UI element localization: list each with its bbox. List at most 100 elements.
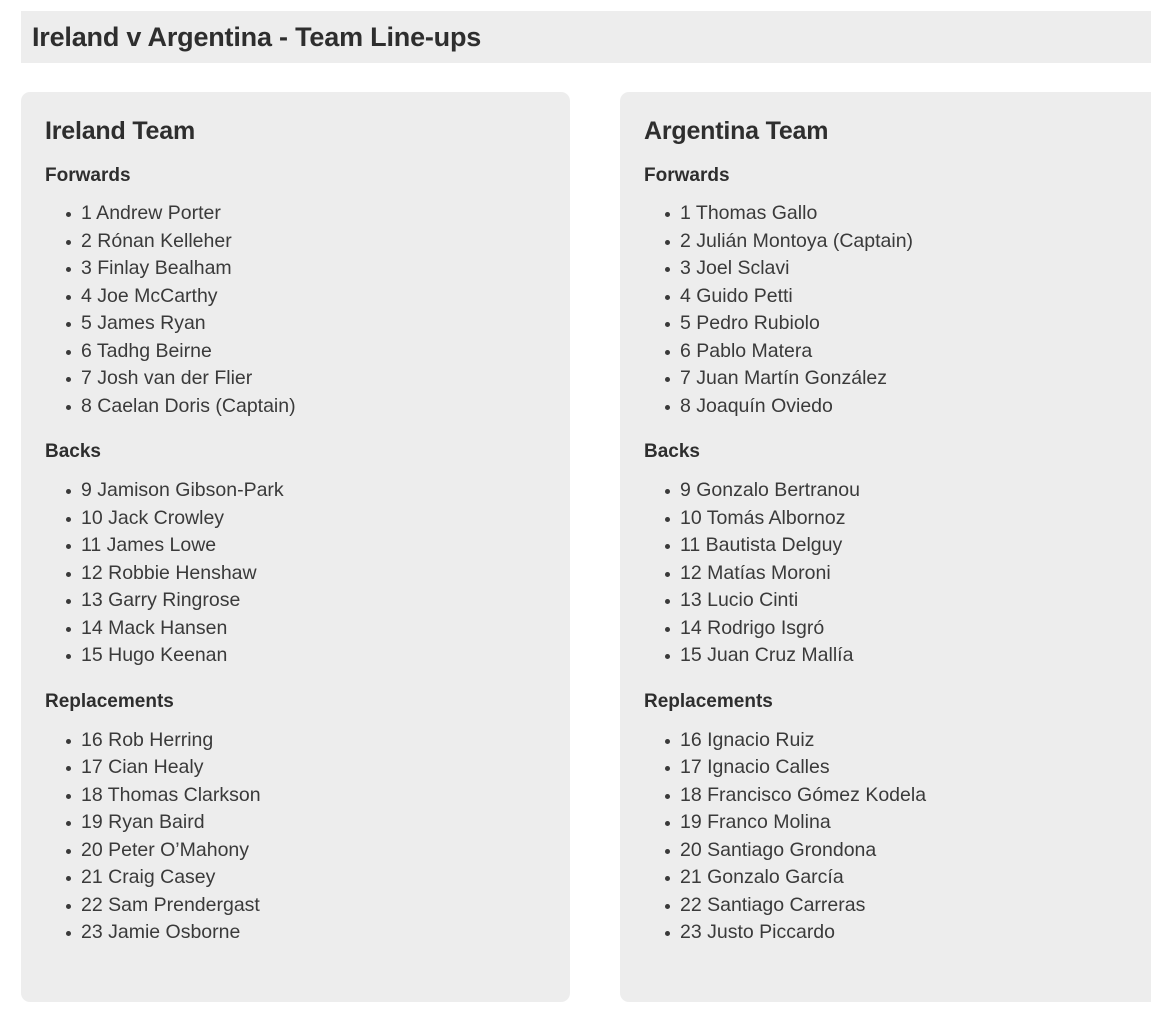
player-label: 19 Franco Molina [680, 811, 831, 834]
list-item: 14 Rodrigo Isgró [644, 615, 1145, 643]
list-item: 11 Bautista Delguy [644, 532, 1145, 560]
player-label: 14 Rodrigo Isgró [680, 616, 825, 639]
bullet-icon [665, 267, 670, 273]
player-label: 17 Ignacio Calles [680, 756, 830, 779]
player-list: 16 Ignacio Ruiz 17 Ignacio Calles 18 Franc… [644, 727, 1145, 947]
bullet-icon [665, 766, 670, 772]
list-item: 12 Robbie Henshaw [45, 560, 546, 588]
bullet-icon [665, 654, 670, 660]
bullet-icon [665, 793, 670, 799]
list-item: 1 Thomas Gallo [644, 200, 1145, 228]
player-label: 14 Mack Hansen [81, 616, 228, 639]
bullet-icon [665, 599, 670, 605]
player-label: 16 Ignacio Ruiz [680, 728, 815, 751]
bullet-icon [66, 239, 71, 245]
bullet-icon [665, 903, 670, 909]
list-item: 16 Ignacio Ruiz [644, 727, 1145, 755]
player-label: 5 Pedro Rubiolo [680, 312, 820, 335]
list-item: 8 Caelan Doris (Captain) [45, 393, 546, 421]
player-label: 23 Jamie Osborne [81, 921, 241, 944]
bullet-icon [66, 544, 71, 550]
bullet-icon [665, 489, 670, 495]
bullet-icon [66, 654, 71, 660]
list-item: 19 Franco Molina [644, 809, 1145, 837]
list-item: 7 Juan Martín González [644, 365, 1145, 393]
player-list: 9 Gonzalo Bertranou 10 Tomás Albornoz 11 B… [644, 477, 1145, 670]
player-label: 3 Finlay Bealham [81, 257, 232, 280]
list-item: 1 Andrew Porter [45, 200, 546, 228]
player-list: 16 Rob Herring 17 Cian Healy 18 Thomas Cla… [45, 727, 546, 947]
player-label: 11 James Lowe [81, 534, 217, 557]
list-item: 3 Joel Sclavi [644, 255, 1145, 283]
player-label: 7 Josh van der Flier [81, 367, 253, 390]
list-item: 9 Gonzalo Bertranou [644, 477, 1145, 505]
list-item: 10 Tomás Albornoz [644, 505, 1145, 533]
bullet-icon [66, 821, 71, 827]
list-item: 2 Rónan Kelleher [45, 228, 546, 256]
bullet-icon [665, 239, 670, 245]
bullet-icon [665, 571, 670, 577]
bullet-icon [665, 294, 670, 300]
bullet-icon [66, 516, 71, 522]
list-item: 4 Guido Petti [644, 283, 1145, 311]
bullet-icon [665, 626, 670, 632]
bullet-icon [665, 876, 670, 882]
group-heading: Forwards [644, 164, 730, 186]
player-label: 18 Thomas Clarkson [81, 783, 261, 806]
player-label: 22 Sam Prendergast [81, 893, 260, 916]
player-label: 13 Lucio Cinti [680, 589, 799, 612]
bullet-icon [665, 212, 670, 218]
list-item: 22 Santiago Carreras [644, 892, 1145, 920]
player-label: 12 Robbie Henshaw [81, 561, 257, 584]
page-title: Ireland v Argentina - Team Line-ups [32, 21, 482, 52]
player-label: 1 Thomas Gallo [680, 202, 818, 225]
player-label: 3 Joel Sclavi [680, 257, 790, 280]
bullet-icon [665, 322, 670, 328]
page-header-banner: Ireland v Argentina - Team Line-ups [21, 11, 1151, 63]
player-label: 19 Ryan Baird [81, 811, 205, 834]
player-label: 22 Santiago Carreras [680, 893, 866, 916]
bullet-icon [665, 404, 670, 410]
list-item: 3 Finlay Bealham [45, 255, 546, 283]
player-label: 21 Gonzalo García [680, 866, 844, 889]
player-label: 4 Guido Petti [680, 284, 793, 307]
list-item: 23 Justo Piccardo [644, 919, 1145, 947]
bullet-icon [66, 931, 71, 937]
player-list: 9 Jamison Gibson-Park 10 Jack Crowley 11 J… [45, 477, 546, 670]
list-item: 15 Hugo Keenan [45, 642, 546, 670]
list-item: 18 Francisco Gómez Kodela [644, 782, 1145, 810]
bullet-icon [66, 212, 71, 218]
player-label: 6 Pablo Matera [680, 339, 813, 362]
team-name: Ireland Team [45, 117, 195, 145]
player-label: 9 Gonzalo Bertranou [680, 479, 860, 502]
bullet-icon [66, 404, 71, 410]
group-heading: Replacements [45, 690, 174, 712]
player-group: Replacements 16 Rob Herring 17 Cian Healy 1… [45, 690, 546, 947]
bullet-icon [665, 821, 670, 827]
list-item: 5 Pedro Rubiolo [644, 310, 1145, 338]
player-label: 10 Jack Crowley [81, 506, 225, 529]
list-item: 16 Rob Herring [45, 727, 546, 755]
player-list: 1 Thomas Gallo 2 Julián Montoya (Captain)… [644, 200, 1145, 420]
list-item: 18 Thomas Clarkson [45, 782, 546, 810]
player-label: 5 James Ryan [81, 312, 206, 335]
player-label: 1 Andrew Porter [81, 202, 221, 225]
player-label: 6 Tadhg Beirne [81, 339, 212, 362]
bullet-icon [66, 903, 71, 909]
bullet-icon [66, 876, 71, 882]
player-label: 15 Hugo Keenan [81, 644, 228, 667]
list-item: 9 Jamison Gibson-Park [45, 477, 546, 505]
player-label: 9 Jamison Gibson-Park [81, 479, 284, 502]
list-item: 8 Joaquín Oviedo [644, 393, 1145, 421]
list-item: 23 Jamie Osborne [45, 919, 546, 947]
list-item: 19 Ryan Baird [45, 809, 546, 837]
player-label: 16 Rob Herring [81, 728, 214, 751]
group-heading: Forwards [45, 164, 131, 186]
bullet-icon [66, 599, 71, 605]
player-label: 13 Garry Ringrose [81, 589, 241, 612]
list-item: 22 Sam Prendergast [45, 892, 546, 920]
player-group: Replacements 16 Ignacio Ruiz 17 Ignacio Ca… [644, 691, 1145, 947]
player-label: 8 Caelan Doris (Captain) [81, 394, 296, 417]
bullet-icon [665, 931, 670, 937]
bullet-icon [665, 377, 670, 383]
